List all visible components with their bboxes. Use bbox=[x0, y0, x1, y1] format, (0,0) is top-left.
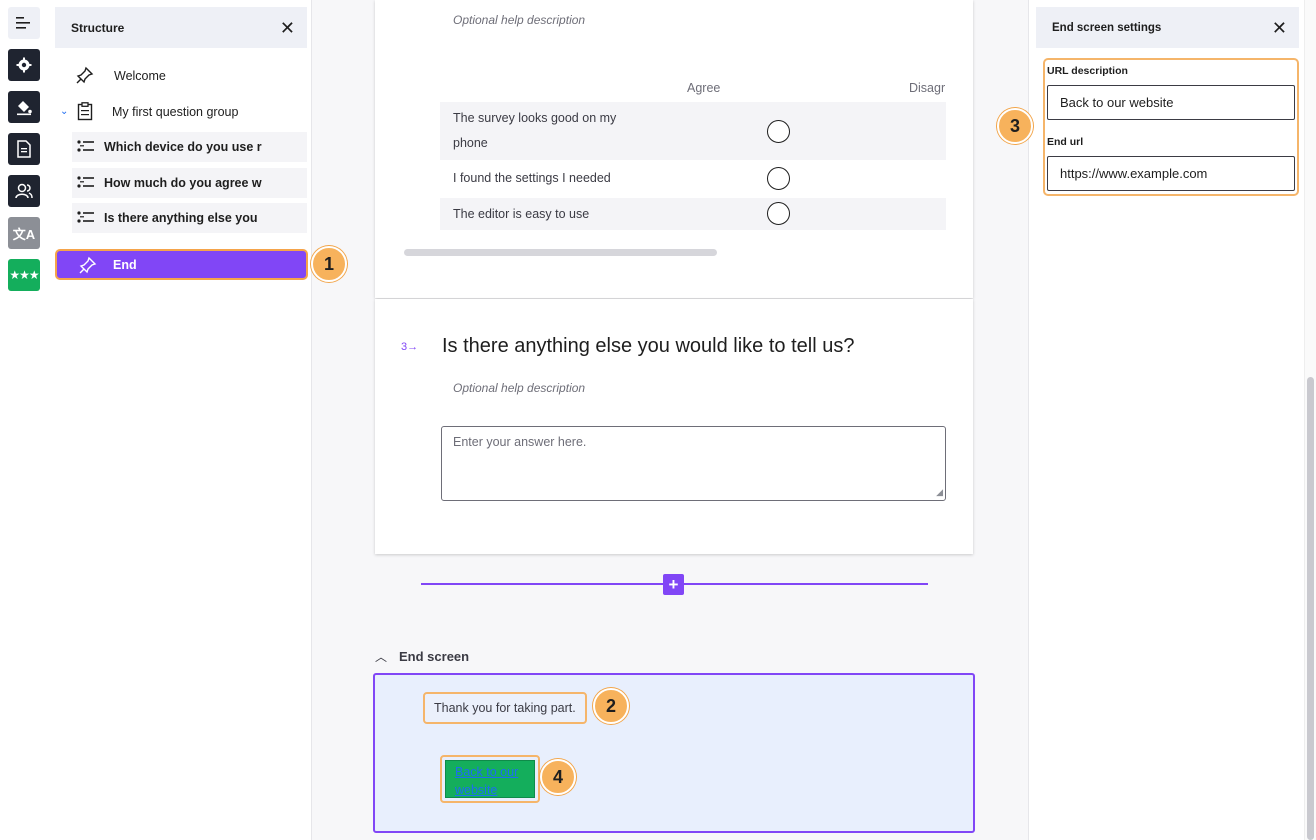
back-to-website-button[interactable]: Back to our website bbox=[445, 760, 535, 798]
button-label-line: Back to our bbox=[455, 765, 519, 779]
answer-textarea[interactable]: Enter your answer here. ◢ bbox=[441, 426, 946, 501]
pin-icon bbox=[76, 66, 94, 84]
translate-icon[interactable]: 文A bbox=[8, 217, 40, 249]
tree-item-label: End bbox=[113, 257, 137, 272]
end-screen-preview[interactable]: Thank you for taking part. Back to our w… bbox=[373, 673, 975, 833]
matrix-row: The survey looks good on my phone bbox=[440, 102, 946, 160]
text-question-card: 3→ Is there anything else you would like… bbox=[375, 299, 973, 554]
tree-item-question-agree[interactable]: How much do you agree w bbox=[72, 168, 307, 198]
matrix-question-card: Optional help description Agree Disagr T… bbox=[375, 0, 973, 298]
participants-icon[interactable] bbox=[8, 175, 40, 207]
resize-handle-icon[interactable]: ◢ bbox=[936, 487, 943, 498]
help-description: Optional help description bbox=[453, 381, 586, 395]
settings-fields-group: URL description End url bbox=[1043, 58, 1299, 196]
close-icon[interactable]: ✕ bbox=[280, 19, 295, 37]
callout-badge-3: 3 bbox=[997, 108, 1033, 144]
end-url-input[interactable] bbox=[1047, 156, 1295, 191]
list-icon bbox=[77, 140, 94, 153]
tree-item-question-device[interactable]: Which device do you use r bbox=[72, 132, 307, 162]
list-icon bbox=[77, 211, 94, 224]
radio-agree[interactable] bbox=[767, 202, 790, 225]
url-description-input[interactable] bbox=[1047, 85, 1295, 120]
row-label: I found the settings I needed bbox=[453, 171, 611, 185]
structure-panel: Structure ✕ Welcome ⌄ My first question … bbox=[48, 0, 312, 840]
clipboard-icon bbox=[77, 102, 93, 121]
row-label-cont: phone bbox=[453, 136, 488, 150]
structure-title: Structure bbox=[71, 20, 125, 35]
list-icon bbox=[77, 176, 94, 189]
column-header-agree: Agree bbox=[687, 81, 721, 95]
help-description: Optional help description bbox=[453, 13, 586, 27]
tree-item-label: How much do you agree w bbox=[104, 176, 262, 190]
end-screen-label: End screen bbox=[399, 649, 470, 664]
tree-item-label: Is there anything else you bbox=[104, 211, 258, 225]
pin-icon bbox=[79, 256, 97, 277]
callout-badge-1: 1 bbox=[311, 246, 347, 282]
settings-title: End screen settings bbox=[1052, 21, 1162, 34]
radio-agree[interactable] bbox=[767, 167, 790, 190]
callout-badge-2: 2 bbox=[593, 688, 629, 724]
tree-item-label: Welcome bbox=[114, 69, 166, 83]
menu-icon[interactable] bbox=[8, 7, 40, 39]
close-icon[interactable]: ✕ bbox=[1272, 19, 1287, 37]
url-description-label: URL description bbox=[1047, 65, 1128, 77]
end-url-label: End url bbox=[1047, 136, 1084, 148]
paint-bucket-icon[interactable] bbox=[8, 91, 40, 123]
icon-rail: 文A ★★★ bbox=[0, 0, 48, 840]
tree-item-end[interactable]: End bbox=[55, 249, 308, 280]
thank-you-message[interactable]: Thank you for taking part. bbox=[423, 692, 587, 724]
column-header-disagree: Disagr bbox=[909, 81, 946, 95]
rating-stars-icon[interactable]: ★★★ bbox=[8, 259, 40, 291]
end-screen-toggle[interactable]: ︿ End screen bbox=[375, 648, 469, 665]
tree-item-question-group[interactable]: ⌄ My first question group bbox=[60, 99, 300, 125]
settings-gear-icon[interactable] bbox=[8, 49, 40, 81]
structure-header: Structure ✕ bbox=[55, 7, 307, 48]
tree-item-label: My first question group bbox=[112, 105, 239, 119]
chevron-up-icon[interactable]: ︿ bbox=[375, 648, 387, 665]
callout-badge-4: 4 bbox=[540, 759, 576, 795]
radio-agree[interactable] bbox=[767, 120, 790, 143]
row-label: The editor is easy to use bbox=[453, 206, 590, 221]
horizontal-scrollbar[interactable] bbox=[404, 249, 717, 256]
vertical-scrollbar[interactable] bbox=[1304, 0, 1316, 840]
row-label: The survey looks good on my bbox=[453, 111, 617, 125]
document-icon[interactable] bbox=[8, 133, 40, 165]
tree-item-question-anything-else[interactable]: Is there anything else you bbox=[72, 203, 307, 233]
chevron-down-icon[interactable]: ⌄ bbox=[60, 106, 68, 117]
scrollbar-thumb[interactable] bbox=[1307, 377, 1314, 840]
button-label-line: website bbox=[455, 783, 498, 797]
add-question-button[interactable]: + bbox=[663, 574, 684, 595]
matrix-row: I found the settings I needed bbox=[440, 163, 946, 194]
answer-placeholder: Enter your answer here. bbox=[453, 435, 587, 449]
tree-item-label: Which device do you use r bbox=[104, 140, 262, 154]
question-number: 3→ bbox=[401, 341, 419, 353]
settings-header: End screen settings ✕ bbox=[1036, 7, 1299, 48]
question-title[interactable]: Is there anything else you would like to… bbox=[442, 335, 854, 358]
matrix-row: The editor is easy to use bbox=[440, 198, 946, 230]
back-to-website-button-frame: Back to our website bbox=[440, 755, 540, 803]
tree-item-welcome[interactable]: Welcome bbox=[76, 64, 296, 88]
